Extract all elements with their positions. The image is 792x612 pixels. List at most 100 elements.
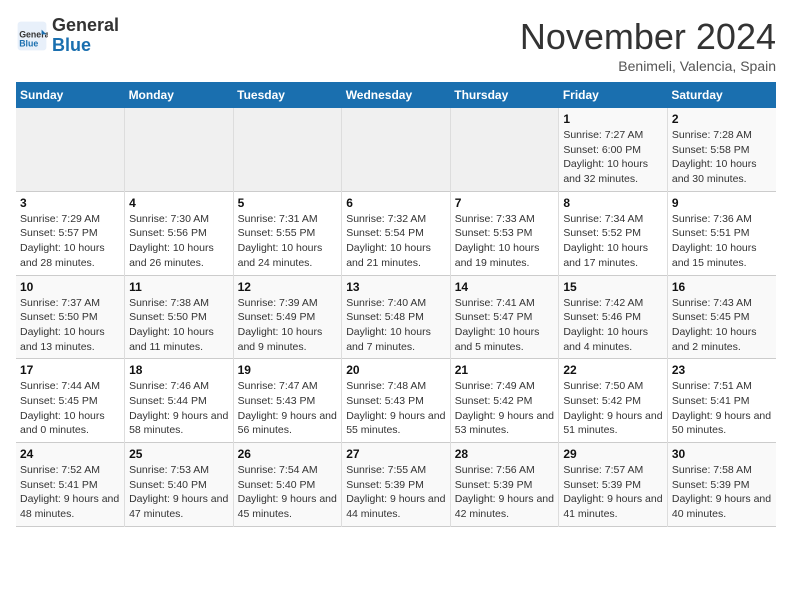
day-number: 1 xyxy=(563,112,663,126)
day-cell: 14 Sunrise: 7:41 AMSunset: 5:47 PMDayligh… xyxy=(450,275,559,359)
day-cell: 23 Sunrise: 7:51 AMSunset: 5:41 PMDayligh… xyxy=(667,359,776,443)
day-number: 5 xyxy=(238,196,338,210)
day-cell: 9 Sunrise: 7:36 AMSunset: 5:51 PMDaylight… xyxy=(667,191,776,275)
day-info-text: Sunrise: 7:53 AMSunset: 5:40 PMDaylight:… xyxy=(129,463,229,522)
day-number: 28 xyxy=(455,447,555,461)
day-cell: 30 Sunrise: 7:58 AMSunset: 5:39 PMDayligh… xyxy=(667,443,776,527)
day-number: 14 xyxy=(455,280,555,294)
day-number: 27 xyxy=(346,447,446,461)
day-header-tuesday: Tuesday xyxy=(233,82,342,108)
day-number: 10 xyxy=(20,280,120,294)
day-info-text: Sunrise: 7:40 AMSunset: 5:48 PMDaylight:… xyxy=(346,296,446,355)
day-info-text: Sunrise: 7:38 AMSunset: 5:50 PMDaylight:… xyxy=(129,296,229,355)
day-header-saturday: Saturday xyxy=(667,82,776,108)
day-cell: 16Sunrise: 7:43 AMSunset: 5:45 PMDayligh… xyxy=(667,275,776,359)
day-cell: 4 Sunrise: 7:30 AMSunset: 5:56 PMDaylight… xyxy=(125,191,234,275)
day-info-text: Sunrise: 7:46 AMSunset: 5:44 PMDaylight:… xyxy=(129,379,229,438)
day-cell xyxy=(233,108,342,191)
day-number: 3 xyxy=(20,196,120,210)
logo-blue-text: Blue xyxy=(52,36,119,56)
day-cell: 7 Sunrise: 7:33 AMSunset: 5:53 PMDaylight… xyxy=(450,191,559,275)
day-cell: 21 Sunrise: 7:49 AMSunset: 5:42 PMDayligh… xyxy=(450,359,559,443)
day-cell: 17 Sunrise: 7:44 AMSunset: 5:45 PMDayligh… xyxy=(16,359,125,443)
day-number: 17 xyxy=(20,363,120,377)
day-cell: 15Sunrise: 7:42 AMSunset: 5:46 PMDayligh… xyxy=(559,275,668,359)
day-number: 30 xyxy=(672,447,772,461)
day-number: 18 xyxy=(129,363,229,377)
calendar-body: 1 Sunrise: 7:27 AMSunset: 6:00 PMDaylight… xyxy=(16,108,776,526)
day-info-text: Sunrise: 7:58 AMSunset: 5:39 PMDaylight:… xyxy=(672,463,772,522)
day-number: 11 xyxy=(129,280,229,294)
day-number: 22 xyxy=(563,363,663,377)
day-number: 15 xyxy=(563,280,663,294)
day-info-text: Sunrise: 7:30 AMSunset: 5:56 PMDaylight:… xyxy=(129,212,229,271)
day-header-friday: Friday xyxy=(559,82,668,108)
day-cell: 27 Sunrise: 7:55 AMSunset: 5:39 PMDayligh… xyxy=(342,443,451,527)
day-cell: 20 Sunrise: 7:48 AMSunset: 5:43 PMDayligh… xyxy=(342,359,451,443)
svg-text:Blue: Blue xyxy=(19,38,38,48)
title-block: November 2024 Benimeli, Valencia, Spain xyxy=(520,16,776,74)
day-info-text: Sunrise: 7:51 AMSunset: 5:41 PMDaylight:… xyxy=(672,379,772,438)
day-cell: 1 Sunrise: 7:27 AMSunset: 6:00 PMDaylight… xyxy=(559,108,668,191)
day-cell: 3 Sunrise: 7:29 AMSunset: 5:57 PMDaylight… xyxy=(16,191,125,275)
day-cell: 22Sunrise: 7:50 AMSunset: 5:42 PMDayligh… xyxy=(559,359,668,443)
day-cell: 25 Sunrise: 7:53 AMSunset: 5:40 PMDayligh… xyxy=(125,443,234,527)
day-number: 9 xyxy=(672,196,772,210)
logo-general-text: General xyxy=(52,16,119,36)
day-header-sunday: Sunday xyxy=(16,82,125,108)
calendar-header: SundayMondayTuesdayWednesdayThursdayFrid… xyxy=(16,82,776,108)
week-row-3: 10Sunrise: 7:37 AMSunset: 5:50 PMDayligh… xyxy=(16,275,776,359)
month-title: November 2024 xyxy=(520,16,776,58)
day-number: 19 xyxy=(238,363,338,377)
day-cell xyxy=(125,108,234,191)
day-cell: 26 Sunrise: 7:54 AMSunset: 5:40 PMDayligh… xyxy=(233,443,342,527)
day-info-text: Sunrise: 7:52 AMSunset: 5:41 PMDaylight:… xyxy=(20,463,120,522)
day-number: 12 xyxy=(238,280,338,294)
day-info-text: Sunrise: 7:41 AMSunset: 5:47 PMDaylight:… xyxy=(455,296,555,355)
day-cell: 5Sunrise: 7:31 AMSunset: 5:55 PMDaylight… xyxy=(233,191,342,275)
day-info-text: Sunrise: 7:47 AMSunset: 5:43 PMDaylight:… xyxy=(238,379,338,438)
week-row-5: 24 Sunrise: 7:52 AMSunset: 5:41 PMDayligh… xyxy=(16,443,776,527)
day-cell: 2 Sunrise: 7:28 AMSunset: 5:58 PMDaylight… xyxy=(667,108,776,191)
logo: General Blue General Blue xyxy=(16,16,119,56)
day-info-text: Sunrise: 7:34 AMSunset: 5:52 PMDaylight:… xyxy=(563,212,663,271)
day-info-text: Sunrise: 7:48 AMSunset: 5:43 PMDaylight:… xyxy=(346,379,446,438)
day-number: 26 xyxy=(238,447,338,461)
day-info-text: Sunrise: 7:33 AMSunset: 5:53 PMDaylight:… xyxy=(455,212,555,271)
day-cell: 8 Sunrise: 7:34 AMSunset: 5:52 PMDaylight… xyxy=(559,191,668,275)
day-number: 7 xyxy=(455,196,555,210)
day-cell: 28 Sunrise: 7:56 AMSunset: 5:39 PMDayligh… xyxy=(450,443,559,527)
day-cell: 29 Sunrise: 7:57 AMSunset: 5:39 PMDayligh… xyxy=(559,443,668,527)
day-info-text: Sunrise: 7:39 AMSunset: 5:49 PMDaylight:… xyxy=(238,296,338,355)
day-cell: 13 Sunrise: 7:40 AMSunset: 5:48 PMDayligh… xyxy=(342,275,451,359)
day-info-text: Sunrise: 7:36 AMSunset: 5:51 PMDaylight:… xyxy=(672,212,772,271)
day-number: 6 xyxy=(346,196,446,210)
day-header-monday: Monday xyxy=(125,82,234,108)
day-number: 23 xyxy=(672,363,772,377)
day-info-text: Sunrise: 7:49 AMSunset: 5:42 PMDaylight:… xyxy=(455,379,555,438)
day-number: 8 xyxy=(563,196,663,210)
day-cell xyxy=(450,108,559,191)
day-info-text: Sunrise: 7:55 AMSunset: 5:39 PMDaylight:… xyxy=(346,463,446,522)
day-number: 2 xyxy=(672,112,772,126)
day-number: 4 xyxy=(129,196,229,210)
day-number: 13 xyxy=(346,280,446,294)
day-header-wednesday: Wednesday xyxy=(342,82,451,108)
day-info-text: Sunrise: 7:28 AMSunset: 5:58 PMDaylight:… xyxy=(672,128,772,187)
day-number: 29 xyxy=(563,447,663,461)
day-cell: 24 Sunrise: 7:52 AMSunset: 5:41 PMDayligh… xyxy=(16,443,125,527)
day-number: 21 xyxy=(455,363,555,377)
day-info-text: Sunrise: 7:27 AMSunset: 6:00 PMDaylight:… xyxy=(563,128,663,187)
day-info-text: Sunrise: 7:57 AMSunset: 5:39 PMDaylight:… xyxy=(563,463,663,522)
day-info-text: Sunrise: 7:32 AMSunset: 5:54 PMDaylight:… xyxy=(346,212,446,271)
day-number: 24 xyxy=(20,447,120,461)
day-info-text: Sunrise: 7:29 AMSunset: 5:57 PMDaylight:… xyxy=(20,212,120,271)
day-info-text: Sunrise: 7:54 AMSunset: 5:40 PMDaylight:… xyxy=(238,463,338,522)
logo-icon: General Blue xyxy=(16,20,48,52)
day-info-text: Sunrise: 7:56 AMSunset: 5:39 PMDaylight:… xyxy=(455,463,555,522)
day-number: 20 xyxy=(346,363,446,377)
day-number: 25 xyxy=(129,447,229,461)
day-number: 16 xyxy=(672,280,772,294)
day-info-text: Sunrise: 7:44 AMSunset: 5:45 PMDaylight:… xyxy=(20,379,120,438)
day-cell xyxy=(342,108,451,191)
